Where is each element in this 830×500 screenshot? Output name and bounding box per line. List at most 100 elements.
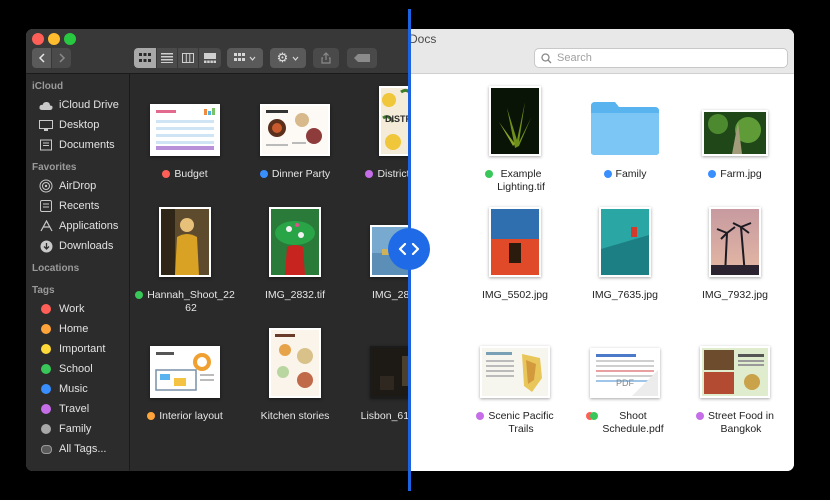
airdrop-icon [39,179,53,193]
file-item-lisbon[interactable]: Lisbon_61595.mov [350,326,409,423]
sidebar-tag-home[interactable]: Home [26,319,129,339]
photo-icon [491,209,539,275]
forward-button[interactable] [52,48,71,68]
file-item-example-lighting[interactable]: Example Lighting.tif [460,84,570,194]
orange-tag-dot [41,324,51,334]
map-document-icon [482,348,548,396]
action-button[interactable]: ⚙ [270,48,306,68]
palm-photo-icon [711,209,759,276]
file-label-line: Scenic Pacific [488,410,554,422]
zoom-button[interactable] [64,33,76,45]
sidebar-tag-school[interactable]: School [26,359,129,379]
light-mode-pane: Docs District Market [409,29,794,471]
file-item-district-market[interactable]: DISTRICT District Market [350,84,409,181]
tag-button[interactable] [347,48,377,68]
icon-view-icon [139,53,151,62]
all-tags-icon [40,444,52,454]
sidebar-item-desktop[interactable]: Desktop [26,115,129,135]
file-item-scenic-pacific-trails[interactable]: Scenic Pacific Trails [460,326,570,436]
icon-view-button[interactable] [134,48,156,68]
minimize-button[interactable] [48,33,60,45]
file-item-kitchen-stories[interactable]: Kitchen stories [240,326,350,423]
pdf-document-icon [592,350,658,396]
sidebar-item-recents[interactable]: Recents [26,196,129,216]
document-thumbnail: DISTRICT [379,86,409,156]
file-item-family-folder[interactable]: Family [570,84,680,181]
sidebar-item-label: Downloads [59,240,114,252]
file-label: Family [615,168,647,180]
sidebar-tag-work[interactable]: Work [26,299,129,319]
chevron-left-icon [38,53,45,63]
sidebar-item-applications[interactable]: Applications [26,216,129,236]
document-thumbnail [480,346,550,398]
file-grid-light: District Market ExampleLighting.tif [409,74,794,471]
sidebar-tag-music[interactable]: Music [26,379,129,399]
group-by-button[interactable] [227,48,263,68]
sidebar-tag-important[interactable]: Important [26,339,129,359]
blue-tag-dot [708,170,717,178]
cloud-icon [39,99,53,111]
sidebar-item-airdrop[interactable]: AirDrop [26,176,129,196]
file-label: IMG_7932.jpg [702,289,768,301]
sidebar: iCloud iCloud Drive Desktop Documents Fa… [26,74,130,471]
sidebar-item-label: AirDrop [59,180,97,192]
file-label: IMG_2839.jpg [372,289,409,301]
comparison-slider-handle[interactable] [388,228,430,270]
file-label: IMG_5502.jpg [482,289,548,301]
blue-tag-dot [603,170,612,178]
video-thumbnail [370,346,409,398]
download-icon [39,240,53,252]
green-tag-dot [135,291,144,299]
file-item-img-7932[interactable]: IMG_7932.jpg [680,205,790,302]
back-button[interactable] [32,48,51,68]
list-view-button[interactable] [157,48,177,68]
search-field[interactable] [534,48,788,68]
file-label-line: Lighting.tif [497,181,545,193]
share-button[interactable] [313,48,339,68]
close-button[interactable] [32,33,44,45]
sidebar-item-label: Work [59,303,85,315]
sidebar-item-documents[interactable]: Documents [26,135,129,155]
green-tag-dot [41,364,51,374]
video-frame-icon [372,348,409,396]
gallery-view-button[interactable] [199,48,221,68]
search-input[interactable] [557,52,757,64]
pdf-badge: PDF [616,378,634,388]
purple-tag-dot [696,412,705,420]
file-item-img-7635[interactable]: IMG_7635.jpg [570,205,680,302]
blue-tag-dot [41,384,51,394]
group-grid-icon [234,53,245,61]
file-item-dinner-party[interactable]: Dinner Party [240,84,350,181]
image-thumbnail [599,207,651,277]
sidebar-item-icloud-drive[interactable]: iCloud Drive [26,95,129,115]
file-item-budget[interactable]: Budget [130,84,240,181]
file-label-line: Hannah_Shoot_22 [147,289,235,301]
file-item-img-5502[interactable]: IMG_5502.jpg [460,205,570,302]
toolbar-light: Docs [409,29,794,74]
file-label: Interior layout [159,410,223,422]
file-item-street-food[interactable]: Street Food in Bangkok [680,326,790,436]
column-view-button[interactable] [178,48,198,68]
file-label-line: Street Food in [708,410,774,422]
sidebar-tag-all-tags[interactable]: All Tags... [26,439,129,459]
file-item-shoot-schedule[interactable]: PDF Shoot Schedule.pdf [570,326,680,436]
portrait-photo-icon [161,209,209,275]
sidebar-item-label: Documents [59,139,115,151]
file-item-hannah-shoot[interactable]: Hannah_Shoot_22 62 [130,205,240,315]
document-thumbnail [260,104,330,156]
chevron-right-icon [58,53,65,63]
sidebar-item-downloads[interactable]: Downloads [26,236,129,256]
sidebar-tag-travel[interactable]: Travel [26,399,129,419]
red-tag-dot [41,304,51,314]
sidebar-tag-family[interactable]: Family [26,419,129,439]
file-label: IMG_2832.tif [264,289,326,301]
sidebar-item-label: Travel [59,403,90,415]
file-item-interior-layout[interactable]: Interior layout [130,326,240,423]
file-item-img-2832[interactable]: IMG_2832.tif [240,205,350,302]
file-item-farm[interactable]: Farm.jpg [680,84,790,181]
floorplan-document-icon [152,348,218,396]
blue-tag-dot [259,170,268,178]
share-icon [321,52,331,64]
magazine-spread-icon [702,348,768,396]
desktop-icon [39,119,53,131]
